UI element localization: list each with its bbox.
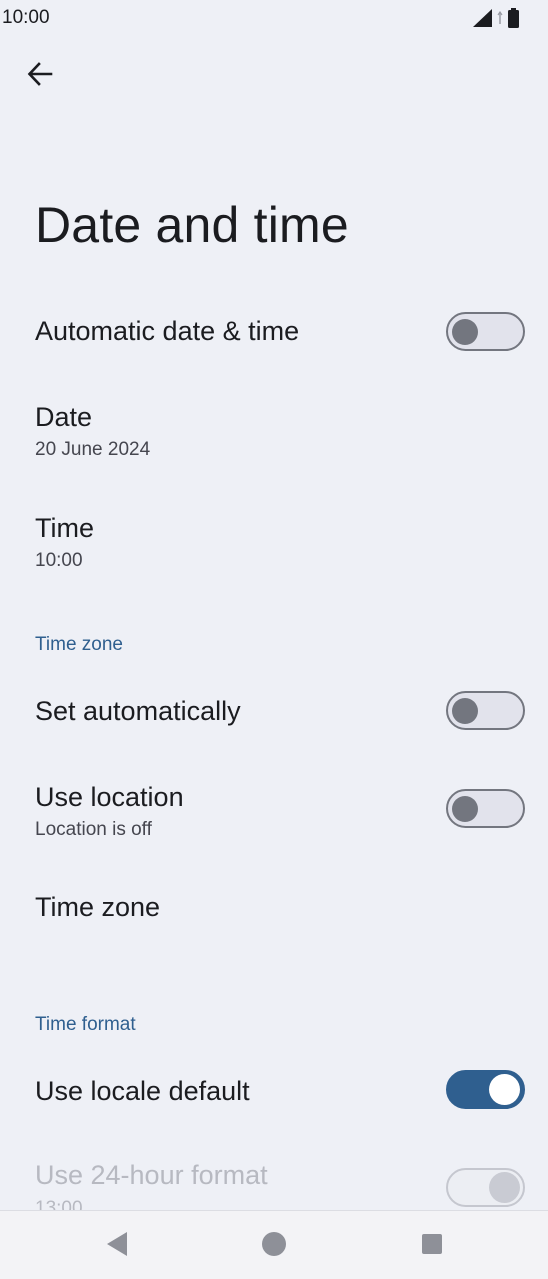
- use-location-label: Use location: [35, 782, 184, 812]
- date-row[interactable]: Date 20 June 2024: [0, 384, 548, 484]
- page-title: Date and time: [35, 197, 349, 253]
- use-24-hour-switch: [446, 1168, 525, 1207]
- use-locale-default-label: Use locale default: [35, 1076, 250, 1106]
- date-label: Date: [35, 402, 93, 432]
- use-24-hour-subtitle: 13:00: [35, 1198, 83, 1210]
- nav-back-icon: [105, 1231, 129, 1262]
- automatic-date-time-label: Automatic date & time: [35, 316, 300, 346]
- nav-back-button[interactable]: [100, 1229, 134, 1263]
- time-format-section-header: Time format: [35, 1014, 136, 1035]
- switch-thumb: [489, 1074, 520, 1105]
- time-label: Time: [35, 513, 94, 543]
- date-value: 20 June 2024: [35, 439, 151, 460]
- switch-thumb: [452, 319, 478, 345]
- nav-recents-button[interactable]: [415, 1229, 449, 1263]
- time-zone-section-header: Time zone: [35, 634, 123, 655]
- settings-content: Date and time Automatic date & time Date…: [0, 0, 548, 1210]
- automatic-date-time-row[interactable]: Automatic date & time: [0, 290, 548, 374]
- back-button[interactable]: [18, 54, 62, 98]
- time-zone-row[interactable]: Time zone: [0, 874, 548, 964]
- use-24-hour-label: Use 24-hour format: [35, 1160, 268, 1190]
- use-location-subtitle: Location is off: [35, 819, 152, 840]
- set-automatically-switch[interactable]: [446, 691, 525, 730]
- set-automatically-label: Set automatically: [35, 696, 241, 726]
- automatic-date-time-switch[interactable]: [446, 312, 525, 351]
- use-locale-default-switch[interactable]: [446, 1070, 525, 1109]
- use-locale-default-row[interactable]: Use locale default: [0, 1050, 548, 1134]
- nav-home-button[interactable]: [257, 1229, 291, 1263]
- switch-thumb: [489, 1172, 520, 1203]
- time-zone-label: Time zone: [35, 892, 161, 922]
- navigation-bar: [0, 1210, 548, 1279]
- time-value: 10:00: [35, 550, 83, 571]
- use-24-hour-row: Use 24-hour format 13:00: [0, 1144, 548, 1210]
- nav-home-icon: [261, 1231, 287, 1262]
- time-row[interactable]: Time 10:00: [0, 495, 548, 595]
- arrow-back-icon: [27, 61, 53, 92]
- switch-thumb: [452, 698, 478, 724]
- nav-recents-icon: [421, 1233, 443, 1260]
- use-location-switch[interactable]: [446, 789, 525, 828]
- set-automatically-row[interactable]: Set automatically: [0, 670, 548, 754]
- use-location-row[interactable]: Use location Location is off: [0, 764, 548, 864]
- switch-thumb: [452, 796, 478, 822]
